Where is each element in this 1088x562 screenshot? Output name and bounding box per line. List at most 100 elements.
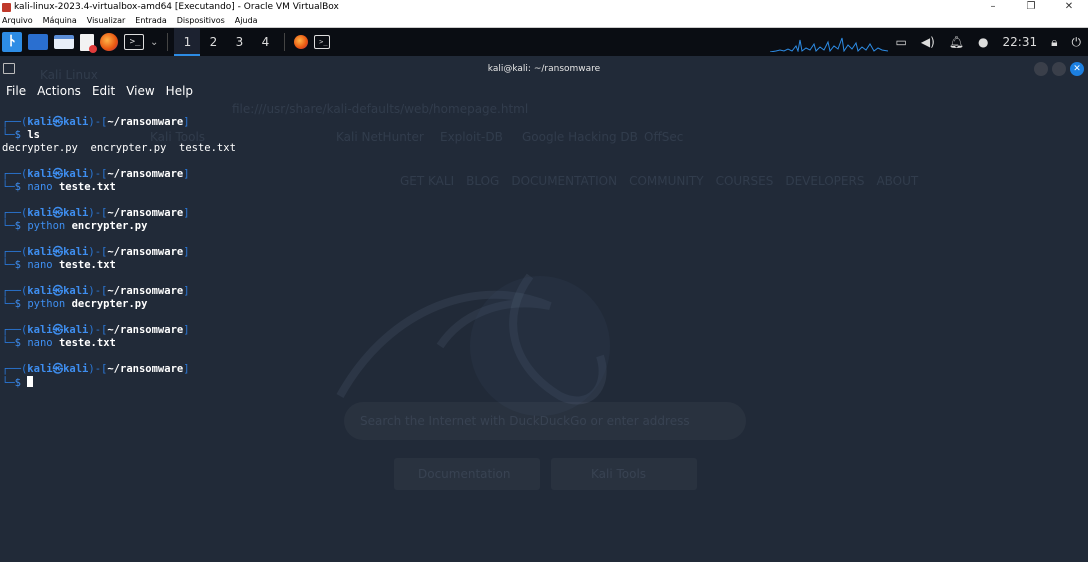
panel-separator bbox=[284, 33, 286, 51]
ghost-nav-item: COMMUNITY bbox=[629, 174, 704, 188]
ghost-bookmark: Google Hacking DB bbox=[522, 130, 638, 144]
virtualbox-title-bar: kali-linux-2023.4-virtualbox-amd64 [Exec… bbox=[0, 0, 1088, 14]
workspace-2[interactable]: 2 bbox=[200, 28, 226, 56]
command-arg: teste.txt bbox=[58, 337, 116, 349]
power-icon[interactable]: ⏻ bbox=[1072, 35, 1082, 50]
ghost-url-bar: file:///usr/share/kali-defaults/web/home… bbox=[232, 102, 529, 116]
show-desktop-icon[interactable] bbox=[28, 34, 48, 50]
workspace-4[interactable]: 4 bbox=[252, 28, 278, 56]
command-line: └─$ ls bbox=[2, 129, 40, 141]
kali-panel: ﾄ >_ ⌄ 1 2 3 4 >_ ▭ ◀) 🔔︎ ● 22:31 🔒︎ ⏻ bbox=[0, 28, 1088, 56]
window-controls: – ❐ ✕ bbox=[974, 0, 1088, 14]
ghost-nav: GET KALI BLOG DOCUMENTATION COMMUNITY CO… bbox=[400, 174, 918, 188]
firefox-window-button[interactable] bbox=[294, 35, 309, 49]
ghost-bookmark: Kali NetHunter bbox=[336, 130, 424, 144]
ghost-button-label: Documentation bbox=[418, 467, 511, 481]
terminal-menu-help[interactable]: Help bbox=[166, 84, 193, 98]
command-name: python bbox=[27, 220, 66, 232]
prompt-line: ┌──(kali㉿kali)-[~/ransomware] bbox=[2, 116, 190, 128]
command-name: nano bbox=[27, 259, 53, 271]
panel-separator bbox=[167, 33, 169, 51]
ls-output: decrypter.py encrypter.py teste.txt bbox=[2, 142, 236, 154]
workspace-1[interactable]: 1 bbox=[174, 28, 201, 56]
terminal-minimize-button[interactable] bbox=[1034, 62, 1048, 76]
terminal-window-button[interactable]: >_ bbox=[314, 35, 331, 49]
command-line: └─$ nano teste.txt bbox=[2, 337, 116, 349]
terminal-launcher-icon[interactable]: >_ bbox=[124, 34, 144, 50]
terminal-menu-bar: File Actions Edit View Help bbox=[0, 81, 198, 101]
menu-arquivo[interactable]: Arquivo bbox=[2, 16, 33, 25]
chevron-down-icon[interactable]: ⌄ bbox=[150, 32, 158, 52]
minimize-button[interactable]: – bbox=[974, 0, 1012, 14]
terminal-title-bar[interactable]: kali@kali: ~/ransomware ✕ bbox=[0, 58, 1088, 80]
restore-button[interactable]: ❐ bbox=[1012, 0, 1050, 14]
prompt-line: ┌──(kali㉿kali)-[~/ransomware] bbox=[2, 285, 190, 297]
ghost-bookmark: OffSec bbox=[644, 130, 684, 144]
volume-icon[interactable]: ◀) bbox=[921, 35, 935, 49]
menu-dispositivos[interactable]: Dispositivos bbox=[177, 16, 225, 25]
virtualbox-window-title: kali-linux-2023.4-virtualbox-amd64 [Exec… bbox=[14, 2, 339, 12]
text-editor-icon[interactable] bbox=[80, 33, 97, 53]
close-button[interactable]: ✕ bbox=[1050, 0, 1088, 14]
menu-maquina[interactable]: Máquina bbox=[43, 16, 77, 25]
command-input-line[interactable]: └─$ bbox=[2, 376, 236, 389]
ghost-nav-item: DEVELOPERS bbox=[785, 174, 865, 188]
ghost-search-bar: Search the Internet with DuckDuckGo or e… bbox=[344, 402, 746, 440]
menu-ajuda[interactable]: Ajuda bbox=[235, 16, 258, 25]
command-arg: teste.txt bbox=[58, 259, 116, 271]
ghost-nav-item: DOCUMENTATION bbox=[511, 174, 618, 188]
display-icon[interactable]: ▭ bbox=[896, 35, 907, 49]
terminal-menu-view[interactable]: View bbox=[126, 84, 154, 98]
terminal-window-controls: ✕ bbox=[1034, 62, 1084, 76]
virtualbox-icon bbox=[2, 2, 11, 12]
menu-entrada[interactable]: Entrada bbox=[135, 16, 166, 25]
terminal-menu-actions[interactable]: Actions bbox=[37, 84, 81, 98]
command-line: └─$ python decrypter.py bbox=[2, 298, 148, 310]
lock-icon[interactable]: 🔒︎ bbox=[1051, 35, 1057, 50]
terminal-command-block: ┌──(kali㉿kali)-[~/ransomware] └─$ ls dec… bbox=[2, 116, 236, 168]
terminal-current-prompt: ┌──(kali㉿kali)-[~/ransomware] └─$ bbox=[2, 363, 236, 402]
text-cursor bbox=[27, 376, 34, 387]
terminal-command-block: ┌──(kali㉿kali)-[~/ransomware] └─$ python… bbox=[2, 207, 236, 246]
terminal-title: kali@kali: ~/ransomware bbox=[487, 64, 601, 74]
prompt-line: ┌──(kali㉿kali)-[~/ransomware] bbox=[2, 363, 190, 375]
ghost-documentation-button: Documentation bbox=[394, 458, 540, 490]
terminal-command-block: ┌──(kali㉿kali)-[~/ransomware] └─$ nano t… bbox=[2, 324, 236, 363]
workspace-3[interactable]: 3 bbox=[226, 28, 252, 56]
terminal-close-button[interactable]: ✕ bbox=[1070, 62, 1084, 76]
command-name: ls bbox=[27, 129, 40, 141]
system-tray: ▭ ◀) 🔔︎ ● 22:31 🔒︎ ⏻ bbox=[889, 28, 1088, 56]
ghost-nav-item: COURSES bbox=[715, 174, 774, 188]
command-line: └─$ nano teste.txt bbox=[2, 181, 116, 193]
terminal-command-block: ┌──(kali㉿kali)-[~/ransomware] └─$ nano t… bbox=[2, 246, 236, 285]
command-arg: decrypter.py bbox=[71, 298, 148, 310]
terminal-output[interactable]: ┌──(kali㉿kali)-[~/ransomware] └─$ ls dec… bbox=[2, 116, 236, 402]
terminal-window-icon bbox=[3, 63, 15, 74]
ghost-nav-item: GET KALI bbox=[400, 174, 455, 188]
terminal-maximize-button[interactable] bbox=[1052, 62, 1066, 76]
terminal-command-block: ┌──(kali㉿kali)-[~/ransomware] └─$ python… bbox=[2, 285, 236, 324]
ghost-bookmark: Exploit-DB bbox=[440, 130, 503, 144]
terminal-command-block: ┌──(kali㉿kali)-[~/ransomware] └─$ nano t… bbox=[2, 168, 236, 207]
firefox-icon[interactable] bbox=[100, 33, 118, 51]
terminal-menu-edit[interactable]: Edit bbox=[92, 84, 115, 98]
ghost-nav-item: BLOG bbox=[466, 174, 500, 188]
cpu-graph bbox=[770, 37, 888, 52]
terminal-menu-file[interactable]: File bbox=[6, 84, 26, 98]
prompt-line: ┌──(kali㉿kali)-[~/ransomware] bbox=[2, 207, 190, 219]
bell-icon[interactable]: 🔔︎ bbox=[949, 35, 964, 49]
kali-menu-icon[interactable]: ﾄ bbox=[2, 32, 22, 52]
command-name: nano bbox=[27, 337, 53, 349]
command-name: nano bbox=[27, 181, 53, 193]
file-manager-icon[interactable] bbox=[54, 35, 74, 49]
command-arg: teste.txt bbox=[58, 181, 116, 193]
clock[interactable]: 22:31 bbox=[1003, 35, 1038, 49]
network-icon[interactable]: ● bbox=[978, 35, 988, 49]
command-arg: encrypter.py bbox=[71, 220, 148, 232]
command-line: └─$ nano teste.txt bbox=[2, 259, 116, 271]
menu-visualizar[interactable]: Visualizar bbox=[87, 16, 126, 25]
command-line: └─$ python encrypter.py bbox=[2, 220, 148, 232]
ghost-kali-tools-button: Kali Tools bbox=[551, 458, 697, 490]
prompt-line: ┌──(kali㉿kali)-[~/ransomware] bbox=[2, 324, 190, 336]
ghost-search-placeholder: Search the Internet with DuckDuckGo or e… bbox=[360, 414, 690, 428]
